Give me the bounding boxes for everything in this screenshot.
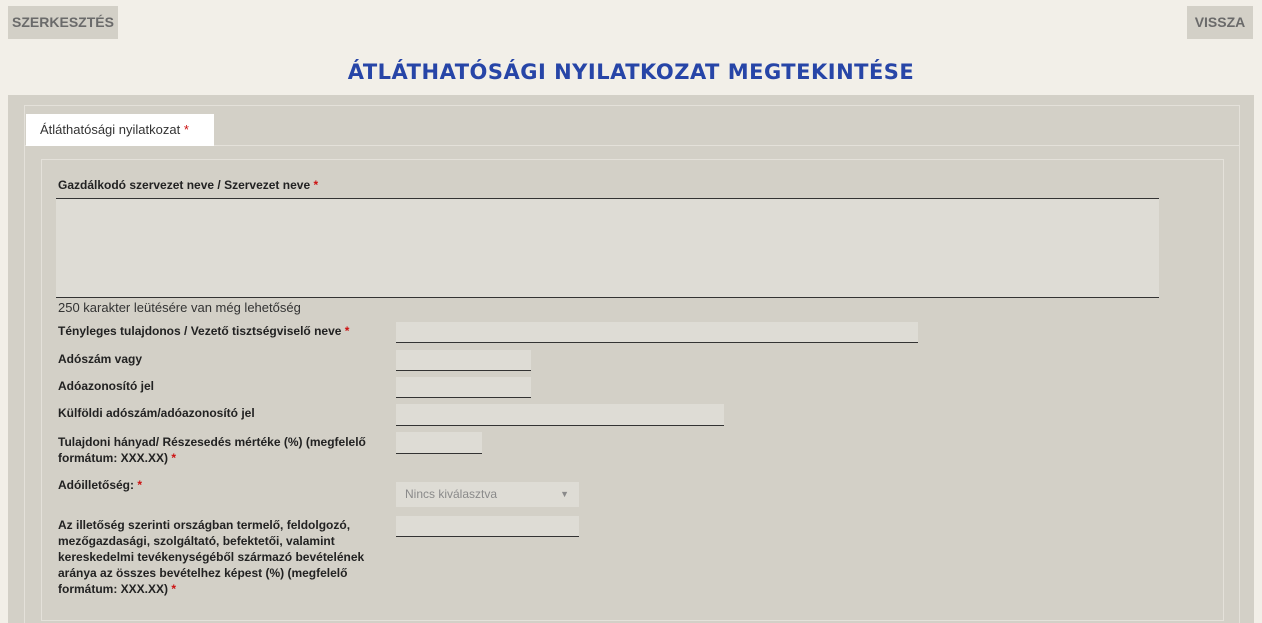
caret-down-icon: ▼ bbox=[560, 489, 569, 499]
tab-container: Átláthatósági nyilatkozat * Gazdálkodó s… bbox=[24, 105, 1240, 623]
revenue-ratio-input[interactable] bbox=[396, 516, 579, 537]
residency-label: Adóilletőség: * bbox=[58, 478, 143, 492]
owner-label: Tényleges tulajdonos / Vezető tisztségvi… bbox=[58, 324, 350, 338]
org-name-textarea[interactable] bbox=[56, 198, 1159, 298]
owner-input[interactable] bbox=[396, 322, 918, 343]
tax-number-input[interactable] bbox=[396, 350, 531, 371]
tax-id-label: Adóazonosító jel bbox=[58, 379, 154, 393]
tab-label: Átláthatósági nyilatkozat bbox=[40, 122, 181, 137]
residency-selected-value: Nincs kiválasztva bbox=[405, 487, 498, 501]
foreign-tax-label: Külföldi adószám/adóazonosító jel bbox=[58, 406, 255, 420]
tab-transparency-declaration[interactable]: Átláthatósági nyilatkozat * bbox=[26, 114, 214, 146]
edit-button[interactable]: SZERKESZTÉS bbox=[8, 6, 118, 39]
form-card: Gazdálkodó szervezet neve / Szervezet ne… bbox=[41, 159, 1224, 621]
ownership-input[interactable] bbox=[396, 432, 482, 454]
tax-id-input[interactable] bbox=[396, 377, 531, 398]
residency-select[interactable]: Nincs kiválasztva ▼ bbox=[396, 482, 579, 507]
revenue-ratio-label: Az illetőség szerinti országban termelő,… bbox=[58, 518, 365, 596]
org-name-label: Gazdálkodó szervezet neve / Szervezet ne… bbox=[58, 178, 319, 192]
form-panel: Átláthatósági nyilatkozat * Gazdálkodó s… bbox=[8, 95, 1254, 623]
tax-number-label: Adószám vagy bbox=[58, 352, 143, 366]
ownership-label: Tulajdoni hányad/ Részesedés mértéke (%)… bbox=[58, 435, 366, 465]
char-count-hint: 250 karakter leütésére van még lehetőség bbox=[58, 300, 301, 315]
back-button[interactable]: VISSZA bbox=[1187, 6, 1253, 39]
page-title: ÁTLÁTHATÓSÁGI NYILATKOZAT MEGTEKINTÉSE bbox=[347, 60, 915, 84]
tab-strip: Átláthatósági nyilatkozat * bbox=[25, 106, 1239, 146]
required-mark: * bbox=[183, 122, 189, 137]
foreign-tax-input[interactable] bbox=[396, 404, 724, 426]
